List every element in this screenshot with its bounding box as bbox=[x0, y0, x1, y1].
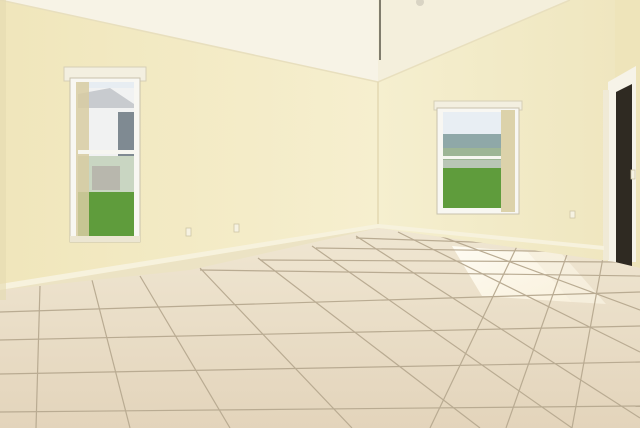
outlet-left-1 bbox=[185, 227, 192, 237]
outlet-back bbox=[569, 210, 576, 219]
left-window bbox=[63, 66, 147, 243]
outlet-left-2 bbox=[233, 223, 240, 233]
light-switch bbox=[630, 169, 636, 180]
room-illustration bbox=[0, 0, 640, 428]
right-window bbox=[433, 100, 523, 215]
empty-room-photo bbox=[0, 0, 640, 428]
